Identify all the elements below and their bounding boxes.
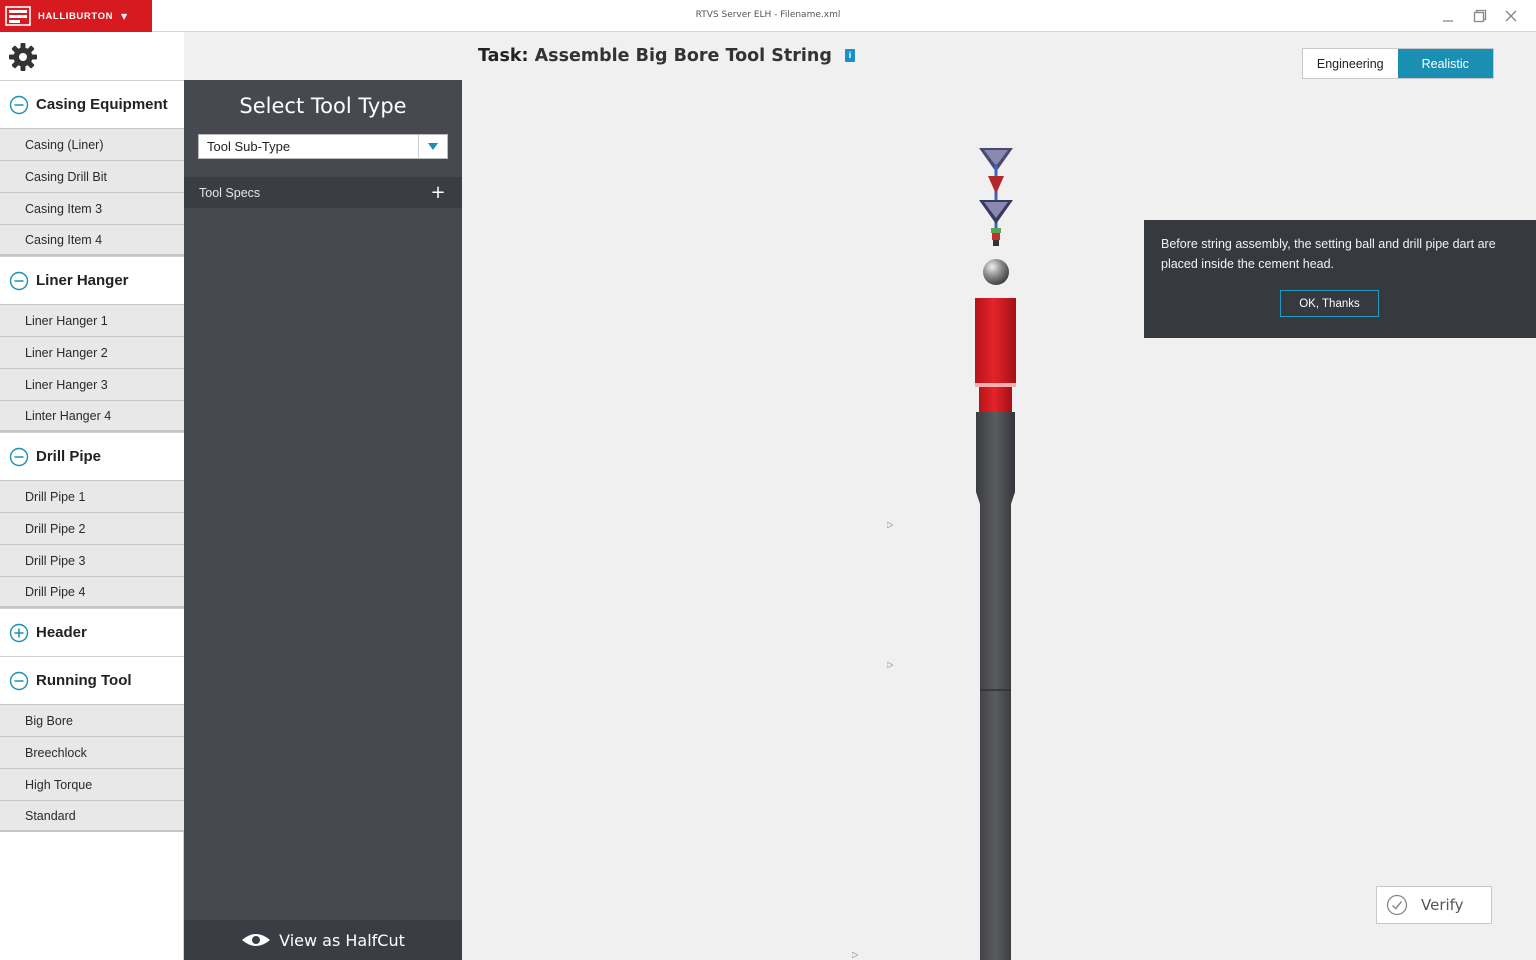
category-liner-hanger[interactable]: Liner Hanger bbox=[0, 256, 184, 304]
view-as-halfcut-button[interactable]: View as HalfCut bbox=[184, 920, 462, 960]
check-circle-icon bbox=[1386, 894, 1408, 916]
minus-circle-icon[interactable] bbox=[9, 447, 29, 467]
tool-item[interactable]: Big Bore bbox=[0, 704, 184, 736]
minimize-icon bbox=[1443, 20, 1453, 22]
running-tool bbox=[975, 298, 1016, 412]
category-label: Liner Hanger bbox=[36, 272, 129, 289]
tool-item[interactable]: Liner Hanger 3 bbox=[0, 368, 184, 400]
tool-item[interactable]: Liner Hanger 1 bbox=[0, 304, 184, 336]
tool-item[interactable]: Casing Drill Bit bbox=[0, 160, 184, 192]
tool-item[interactable]: Drill Pipe 2 bbox=[0, 512, 184, 544]
tool-item[interactable]: Drill Pipe 3 bbox=[0, 544, 184, 576]
tool-category-sidebar: Casing Equipment Casing (Liner) Casing Dri… bbox=[0, 32, 184, 960]
tool-item[interactable]: Casing Item 3 bbox=[0, 192, 184, 224]
tool-item[interactable]: Breechlock bbox=[0, 736, 184, 768]
settings-row bbox=[0, 32, 184, 80]
drop-marker-icon bbox=[852, 952, 858, 958]
category-items-running-tool: Big Bore Breechlock High Torque Standard bbox=[0, 704, 184, 832]
brand-name: HALLIBURTON bbox=[38, 10, 114, 22]
minus-circle-icon[interactable] bbox=[9, 671, 29, 691]
minus-circle-icon[interactable] bbox=[9, 95, 29, 115]
category-label: Drill Pipe bbox=[36, 448, 102, 465]
engineering-view-button[interactable]: Engineering bbox=[1303, 49, 1398, 78]
tool-string-graphic[interactable] bbox=[962, 142, 1032, 960]
tool-item[interactable]: Casing Item 4 bbox=[0, 224, 184, 256]
title-bar: HALLIBURTON ▼ RTVS Server ELH - Filename… bbox=[0, 0, 1536, 32]
tooltip-text: Before string assembly, the setting ball… bbox=[1161, 237, 1496, 271]
plus-icon[interactable]: + bbox=[428, 182, 448, 203]
tool-item[interactable]: Liner Hanger 2 bbox=[0, 336, 184, 368]
gear-icon[interactable] bbox=[8, 42, 38, 72]
realistic-view-button[interactable]: Realistic bbox=[1397, 49, 1493, 78]
minus-circle-icon[interactable] bbox=[9, 271, 29, 291]
category-drill-pipe[interactable]: Drill Pipe bbox=[0, 432, 184, 480]
halliburton-logo-icon bbox=[5, 6, 31, 26]
chevron-down-icon: ▼ bbox=[121, 11, 128, 21]
close-button[interactable] bbox=[1501, 6, 1521, 26]
tool-subtype-select[interactable]: Tool Sub-Type bbox=[198, 134, 448, 159]
task-name: Assemble Big Bore Tool String bbox=[534, 46, 832, 66]
verify-button[interactable]: Verify bbox=[1376, 886, 1492, 924]
drill-pipe-dart bbox=[979, 148, 1013, 246]
assembly-canvas: Task: Assemble Big Bore Tool String i En… bbox=[462, 32, 1536, 960]
tool-specs-row[interactable]: Tool Specs + bbox=[184, 177, 462, 208]
tool-subtype-value: Tool Sub-Type bbox=[207, 139, 291, 154]
category-casing-equipment[interactable]: Casing Equipment bbox=[0, 80, 184, 128]
tool-item[interactable]: Standard bbox=[0, 800, 184, 832]
category-header[interactable]: Header bbox=[0, 608, 184, 656]
minimize-button[interactable] bbox=[1438, 6, 1458, 26]
setting-ball bbox=[983, 259, 1009, 285]
task-title: Task: Assemble Big Bore Tool String bbox=[478, 46, 832, 66]
category-label: Running Tool bbox=[36, 672, 132, 689]
restore-button[interactable] bbox=[1470, 6, 1490, 26]
tool-item[interactable]: Linter Hanger 4 bbox=[0, 400, 184, 432]
tool-item[interactable]: Drill Pipe 1 bbox=[0, 480, 184, 512]
close-icon bbox=[1505, 10, 1517, 22]
drop-marker-icon bbox=[887, 662, 893, 668]
tool-type-panel: Select Tool Type Tool Sub-Type Tool Spec… bbox=[184, 80, 462, 960]
eye-icon bbox=[242, 934, 271, 946]
dropdown-arrow-icon bbox=[418, 135, 447, 158]
task-prefix: Task: bbox=[478, 46, 529, 66]
category-items-drill-pipe: Drill Pipe 1 Drill Pipe 2 Drill Pipe 3 Dril… bbox=[0, 480, 184, 608]
ok-thanks-button[interactable]: OK, Thanks bbox=[1280, 290, 1379, 317]
tool-item[interactable]: Drill Pipe 4 bbox=[0, 576, 184, 608]
category-list: Casing Equipment Casing (Liner) Casing Dri… bbox=[0, 80, 184, 832]
panel-title: Select Tool Type bbox=[239, 94, 407, 118]
view-mode-toggle: Engineering Realistic bbox=[1302, 48, 1494, 79]
restore-icon bbox=[1473, 9, 1487, 23]
tool-specs-label: Tool Specs bbox=[199, 185, 261, 200]
category-items-liner-hanger: Liner Hanger 1 Liner Hanger 2 Liner Hanger… bbox=[0, 304, 184, 432]
brand-menu[interactable]: HALLIBURTON ▼ bbox=[0, 0, 152, 32]
category-running-tool[interactable]: Running Tool bbox=[0, 656, 184, 704]
verify-label: Verify bbox=[1421, 896, 1464, 914]
category-label: Header bbox=[36, 624, 87, 641]
halfcut-label: View as HalfCut bbox=[279, 930, 405, 950]
category-label: Casing Equipment bbox=[36, 96, 168, 113]
drop-marker-icon bbox=[887, 522, 893, 528]
category-items-casing-equipment: Casing (Liner) Casing Drill Bit Casing Ite… bbox=[0, 128, 184, 256]
drill-pipe bbox=[976, 412, 1015, 960]
assembly-tooltip: Before string assembly, the setting ball… bbox=[1144, 220, 1536, 338]
tool-item[interactable]: Casing (Liner) bbox=[0, 128, 184, 160]
tool-item[interactable]: High Torque bbox=[0, 768, 184, 800]
plus-circle-icon[interactable] bbox=[9, 623, 29, 643]
info-icon[interactable]: i bbox=[845, 49, 855, 62]
window-title: RTVS Server ELH - Filename.xml bbox=[695, 10, 841, 20]
